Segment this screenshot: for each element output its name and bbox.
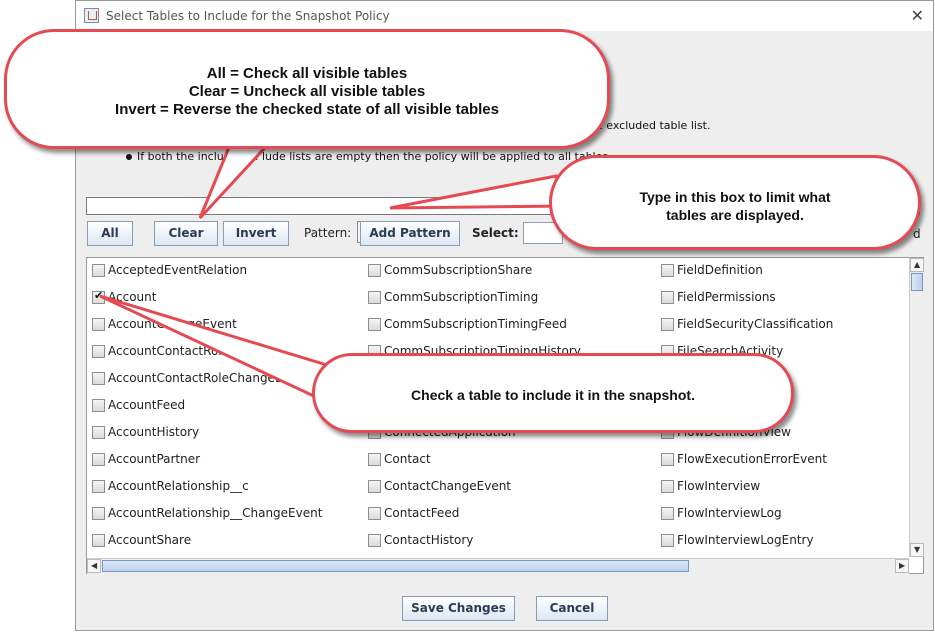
table-checkbox[interactable] — [92, 318, 105, 331]
table-checkbox[interactable] — [92, 534, 105, 547]
cancel-button[interactable]: Cancel — [536, 596, 608, 621]
table-name-label[interactable]: ContactHistory — [384, 533, 473, 547]
table-name-label[interactable]: FlowExecutionErrorEvent — [677, 452, 827, 466]
table-name-label[interactable]: AccountContactRole — [108, 344, 229, 358]
vertical-scrollbar[interactable]: ▲ ▼ — [909, 258, 924, 557]
table-name-label[interactable]: AccountRelationship__c — [108, 479, 249, 493]
select-label: Select: — [472, 226, 519, 240]
window-title: Select Tables to Include for the Snapsho… — [106, 9, 390, 23]
scroll-left-icon: ◀ — [91, 561, 98, 570]
table-name-label[interactable]: FlowInterviewLogEntry — [677, 533, 814, 547]
table-checkbox[interactable] — [92, 399, 105, 412]
table-checkbox[interactable] — [368, 291, 381, 304]
table-name-label[interactable]: AccountShare — [108, 533, 191, 547]
callout-invert-text: Invert = Reverse the checked state of al… — [115, 101, 499, 118]
java-app-icon — [84, 8, 99, 23]
title-bar: Select Tables to Include for the Snapsho… — [76, 1, 933, 31]
invert-button[interactable]: Invert — [223, 221, 289, 246]
table-checkbox[interactable] — [92, 289, 105, 304]
table-name-label[interactable]: FlowInterview — [677, 479, 760, 493]
horizontal-scroll-thumb[interactable] — [102, 560, 689, 572]
buttons-help-callout: All = Check all visible tables Clear = U… — [4, 29, 610, 149]
table-name-label[interactable]: AccountContactRoleChangeEvent — [108, 371, 309, 385]
table-checkbox[interactable] — [661, 507, 674, 520]
table-checkbox[interactable] — [368, 534, 381, 547]
table-name-label[interactable]: ContactChangeEvent — [384, 479, 511, 493]
table-name-label[interactable]: AcceptedEventRelation — [108, 263, 247, 277]
callout-check-text: Check a table to include it in the snaps… — [411, 387, 695, 403]
table-name-label[interactable]: FieldSecurityClassification — [677, 317, 833, 331]
close-icon[interactable]: ✕ — [911, 6, 924, 25]
table-checkbox[interactable] — [92, 480, 105, 493]
bullet-icon — [126, 154, 132, 160]
table-name-label[interactable]: FieldPermissions — [677, 290, 776, 304]
scroll-right-icon: ▶ — [899, 561, 906, 570]
check-help-callout: Check a table to include it in the snaps… — [312, 353, 794, 433]
toolbar-trailing-text: d — [913, 227, 921, 241]
clear-button[interactable]: Clear — [154, 221, 218, 246]
horizontal-scrollbar[interactable]: ◀ ▶ — [87, 558, 909, 574]
add-pattern-button[interactable]: Add Pattern — [360, 221, 460, 246]
table-name-label[interactable]: CommSubscriptionShare — [384, 263, 532, 277]
table-checkbox[interactable] — [661, 453, 674, 466]
save-changes-button[interactable]: Save Changes — [402, 596, 515, 621]
filter-help-callout: Type in this box to limit what tables ar… — [549, 155, 921, 250]
callout-clear-text: Clear = Uncheck all visible tables — [188, 83, 426, 100]
table-checkbox[interactable] — [368, 480, 381, 493]
vertical-scroll-thumb[interactable] — [911, 273, 923, 291]
table-name-label[interactable]: CommSubscriptionTiming — [384, 290, 538, 304]
callout-filter-line2: tables are displayed. — [666, 207, 804, 223]
scroll-left-button[interactable]: ◀ — [87, 559, 101, 573]
scroll-down-icon: ▼ — [914, 545, 921, 554]
table-checkbox[interactable] — [661, 480, 674, 493]
all-button[interactable]: All — [87, 221, 133, 246]
scroll-up-icon: ▲ — [914, 260, 921, 269]
callout-filter-line1: Type in this box to limit what — [639, 189, 831, 205]
scroll-up-button[interactable]: ▲ — [910, 258, 924, 272]
table-checkbox[interactable] — [661, 534, 674, 547]
table-name-label[interactable]: Account — [108, 290, 156, 304]
table-checkbox[interactable] — [661, 291, 674, 304]
table-checkbox[interactable] — [92, 345, 105, 358]
table-name-label[interactable]: AccountRelationship__ChangeEvent — [108, 506, 322, 520]
table-checkbox[interactable] — [92, 426, 105, 439]
table-name-label[interactable]: FieldDefinition — [677, 263, 763, 277]
table-checkbox[interactable] — [661, 318, 674, 331]
instruction-excluded-text: e excluded table list. — [596, 119, 711, 132]
table-name-label[interactable]: Contact — [384, 452, 431, 466]
instruction-bullet: If both the included ... lude lists are … — [126, 150, 612, 163]
table-checkbox[interactable] — [92, 507, 105, 520]
table-checkbox[interactable] — [368, 507, 381, 520]
callout-all-text: All = Check all visible tables — [206, 65, 408, 82]
table-name-label[interactable]: AccountHistory — [108, 425, 199, 439]
table-checkbox[interactable] — [661, 264, 674, 277]
table-name-label[interactable]: ContactFeed — [384, 506, 459, 520]
table-checkbox[interactable] — [368, 264, 381, 277]
table-checkbox[interactable] — [92, 453, 105, 466]
table-name-label[interactable]: FlowInterviewLog — [677, 506, 782, 520]
table-checkbox[interactable] — [92, 372, 105, 385]
table-name-label[interactable]: AccountChangeEvent — [108, 317, 237, 331]
pattern-label: Pattern: — [304, 226, 352, 240]
scroll-right-button[interactable]: ▶ — [895, 559, 909, 573]
table-checkbox[interactable] — [92, 264, 105, 277]
scroll-down-button[interactable]: ▼ — [910, 543, 924, 557]
table-name-label[interactable]: AccountFeed — [108, 398, 185, 412]
table-name-label[interactable]: AccountPartner — [108, 452, 200, 466]
table-name-label[interactable]: CommSubscriptionTimingFeed — [384, 317, 567, 331]
instruction-bullet-text: If both the included ... lude lists are … — [137, 150, 612, 163]
table-checkbox[interactable] — [368, 318, 381, 331]
table-checkbox[interactable] — [368, 453, 381, 466]
